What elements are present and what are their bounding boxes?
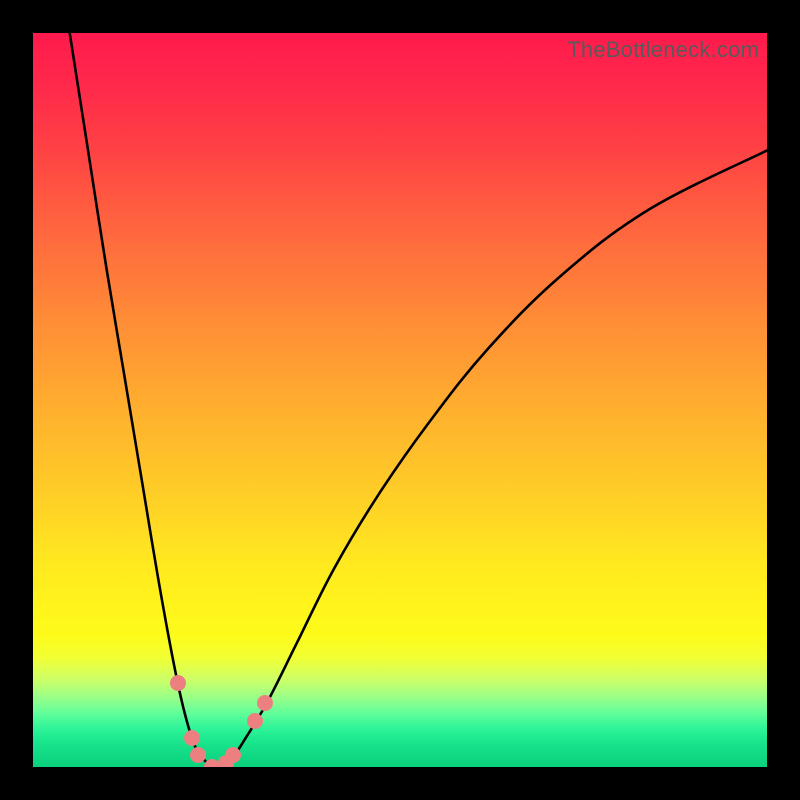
data-point — [184, 730, 200, 746]
chart-frame: TheBottleneck.com — [0, 0, 800, 800]
bottleneck-curves — [33, 33, 767, 767]
plot-area: TheBottleneck.com — [33, 33, 767, 767]
curve-right-branch — [220, 150, 767, 767]
data-point — [257, 695, 273, 711]
data-point — [170, 675, 186, 691]
curve-left-branch — [70, 33, 213, 767]
watermark-text: TheBottleneck.com — [567, 37, 759, 63]
